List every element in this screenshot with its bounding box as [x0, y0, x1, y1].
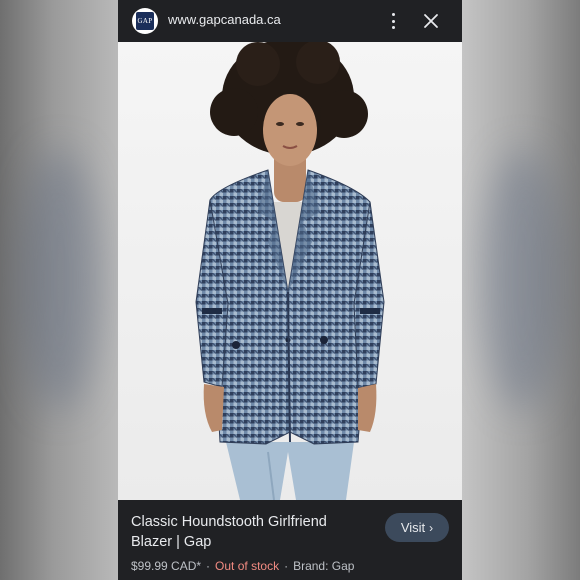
product-info-panel: Classic Houndstooth Girlfriend Blazer | … [118, 500, 462, 580]
gap-logo-icon: GAP [136, 12, 154, 30]
blurred-background-left [0, 0, 118, 580]
visit-button-label: Visit [400, 520, 426, 535]
chevron-right-icon: › [429, 520, 434, 535]
product-price: $99.99 CAD* [131, 559, 202, 573]
stock-status: Out of stock [215, 559, 280, 573]
product-image[interactable] [118, 42, 462, 500]
search-result-preview: GAP www.gapcanada.ca Classic Houndstooth… [118, 0, 462, 580]
browser-top-bar: GAP www.gapcanada.ca [118, 0, 462, 42]
product-meta: $99.99 CAD* · Out of stock · Brand: Gap [131, 559, 354, 573]
blurred-background-right [462, 0, 580, 580]
product-brand: Brand: Gap [293, 559, 355, 573]
more-vert-icon[interactable] [387, 11, 399, 31]
product-title[interactable]: Classic Houndstooth Girlfriend Blazer | … [131, 512, 361, 552]
close-icon[interactable] [423, 13, 439, 29]
visit-button[interactable]: Visit › [385, 513, 449, 542]
product-photo [118, 42, 462, 500]
meta-separator: · [206, 559, 211, 573]
site-url[interactable]: www.gapcanada.ca [168, 12, 281, 27]
meta-separator: · [284, 559, 289, 573]
site-favicon: GAP [132, 8, 158, 34]
